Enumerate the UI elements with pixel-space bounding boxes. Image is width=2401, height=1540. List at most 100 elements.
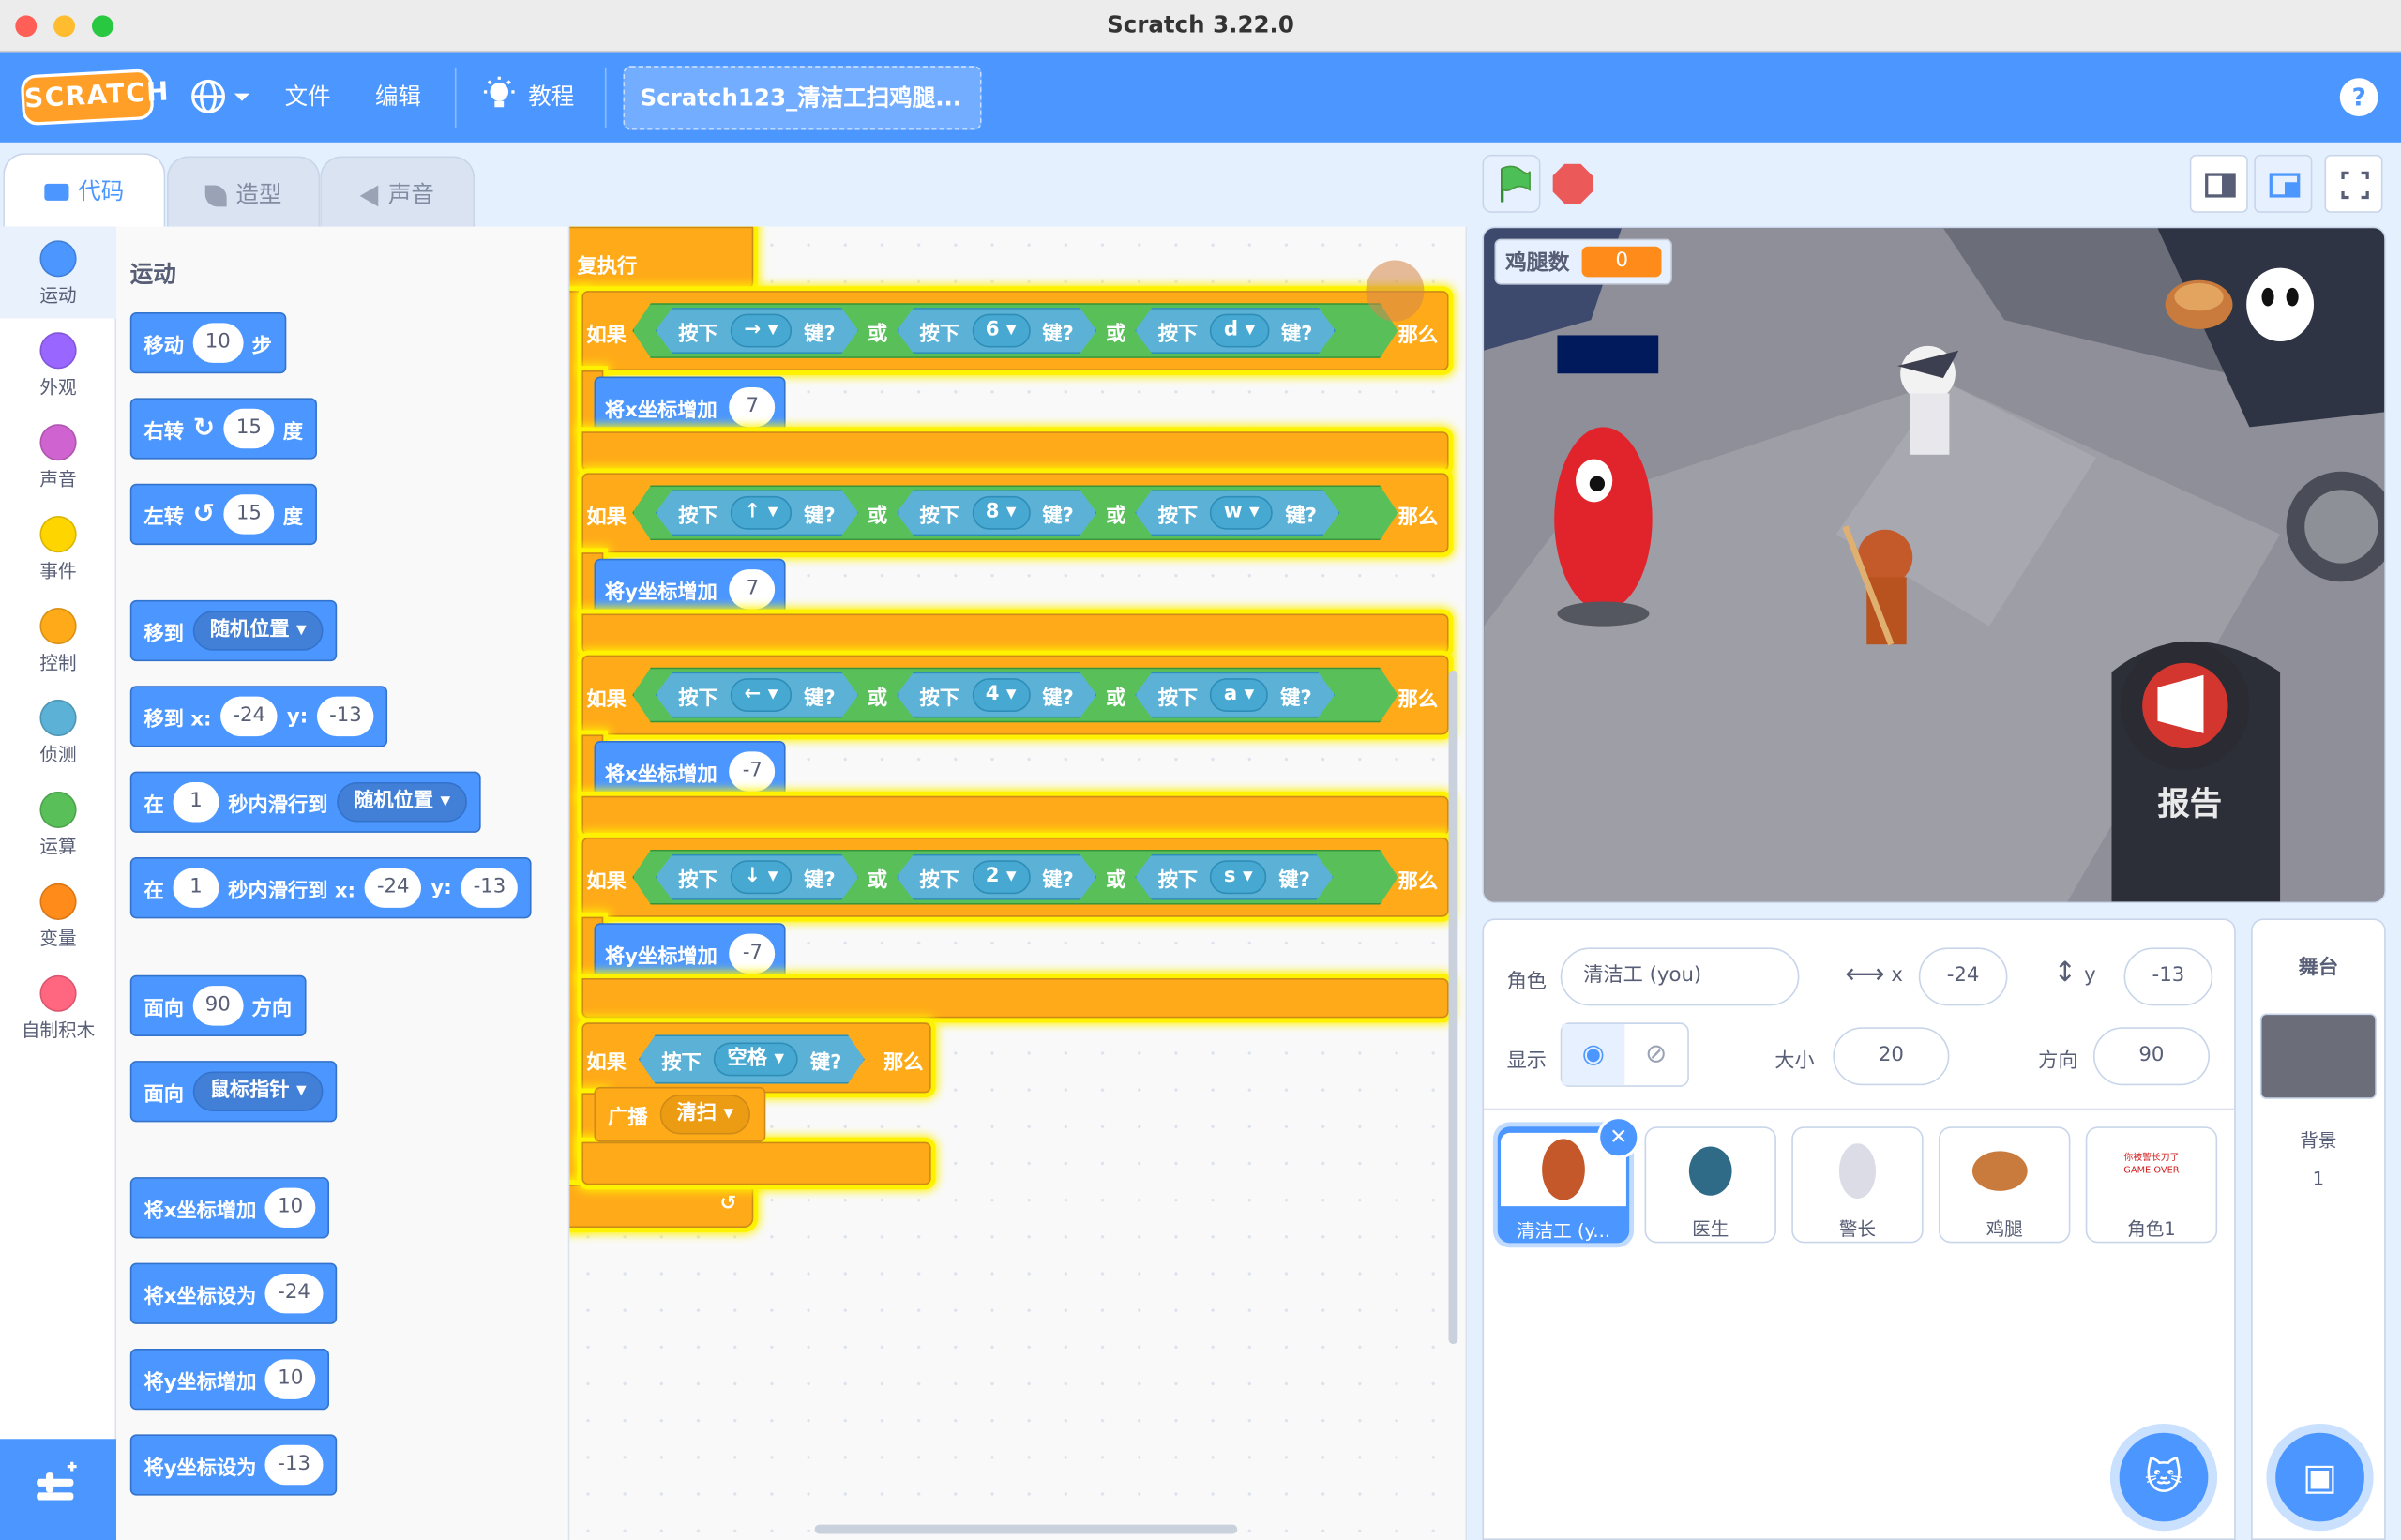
key-dropdown[interactable]: 4 (972, 678, 1030, 712)
seconds-input[interactable]: 1 (173, 868, 219, 908)
value-input[interactable]: -7 (729, 751, 776, 792)
goto-target-dropdown[interactable]: 随机位置 (192, 611, 324, 651)
category-events[interactable]: 事件 (0, 502, 116, 594)
broadcast-block[interactable]: 广播 清扫 (594, 1086, 766, 1142)
category-motion[interactable]: 运动 (0, 226, 117, 319)
horizontal-scrollbar[interactable] (814, 1524, 1238, 1534)
key-dropdown[interactable]: 2 (972, 860, 1030, 894)
degrees-input[interactable]: 15 (223, 494, 274, 535)
category-looks[interactable]: 外观 (0, 318, 116, 410)
value-input[interactable]: 7 (729, 569, 776, 610)
add-extension-button[interactable] (0, 1439, 117, 1540)
or-condition[interactable]: 按下 ↓ 键? 或 按下 2 键? 或 按下 s 键? (632, 850, 1397, 905)
value-input[interactable]: 7 (729, 386, 776, 428)
key-dropdown[interactable]: 空格 (714, 1043, 798, 1077)
goto-block[interactable]: 移到 随机位置 (129, 599, 338, 662)
stage-canvas[interactable]: 鸡腿数 0 报告 (1482, 226, 2386, 903)
key-dropdown[interactable]: ↑ (731, 496, 792, 530)
value-input[interactable]: 10 (265, 1359, 316, 1399)
category-my-blocks[interactable]: 自制积木 (0, 961, 116, 1053)
or-condition[interactable]: 按下 ↑ 键? 或 按下 8 键? 或 按下 w 键? (632, 485, 1397, 540)
glide-xy-block[interactable]: 在 1 秒内滑行到 x: -24 y: -13 (129, 857, 533, 919)
key-pressed-condition[interactable]: 按下 8 键? (897, 490, 1096, 536)
key-dropdown[interactable]: → (731, 314, 792, 348)
point-direction-block[interactable]: 面向 90 方向 (129, 974, 306, 1036)
move-steps-block[interactable]: 移动 10 步 (129, 311, 286, 374)
add-sprite-button[interactable]: 🐱 (2119, 1432, 2209, 1522)
add-backdrop-button[interactable]: ▣ (2275, 1432, 2364, 1522)
category-operators[interactable]: 运算 (0, 778, 116, 869)
key-dropdown[interactable]: w (1210, 496, 1273, 530)
degrees-input[interactable]: 15 (223, 408, 274, 449)
y-input[interactable]: -13 (461, 868, 519, 908)
towards-dropdown[interactable]: 鼠标指针 (192, 1071, 324, 1111)
key-pressed-condition[interactable]: 按下 6 键? (897, 308, 1096, 354)
tab-costumes[interactable]: 造型 (166, 156, 321, 230)
key-dropdown[interactable]: ↓ (731, 860, 792, 894)
change-x-block[interactable]: 将x坐标增加 10 (129, 1177, 329, 1239)
value-input[interactable]: -24 (265, 1273, 323, 1314)
file-menu[interactable]: 文件 (285, 80, 331, 112)
turn-left-block[interactable]: 左转 ↺ 15 度 (129, 483, 317, 546)
sprite-tile-drumstick[interactable]: 鸡腿 (1938, 1126, 2071, 1244)
key-dropdown[interactable]: 6 (972, 314, 1030, 348)
key-pressed-condition[interactable]: 按下 ↑ 键? (656, 490, 858, 536)
key-pressed-condition[interactable]: 按下 d 键? (1135, 308, 1336, 354)
tutorials-menu[interactable]: 教程 (482, 76, 574, 113)
category-variables[interactable]: 变量 (0, 869, 116, 961)
tab-sounds[interactable]: 声音 (320, 156, 476, 230)
tab-code[interactable]: 代码 (3, 153, 166, 234)
if-space-block[interactable]: 如果 按下 空格 键? 那么 (581, 1022, 931, 1094)
value-input[interactable]: -13 (265, 1444, 324, 1486)
key-dropdown[interactable]: 8 (972, 496, 1030, 530)
set-y-block[interactable]: 将y坐标设为 -13 (129, 1434, 337, 1496)
x-input[interactable]: -24 (1918, 947, 2008, 1006)
value-input[interactable]: -7 (729, 933, 776, 974)
if-key-block[interactable]: 如果 按下 ↑ 键? 或 按下 8 键? 或 (581, 473, 1449, 553)
category-control[interactable]: 控制 (0, 594, 116, 686)
x-input[interactable]: -24 (364, 868, 422, 908)
set-x-block[interactable]: 将x坐标设为 -24 (129, 1262, 337, 1324)
x-input[interactable]: -24 (220, 696, 279, 737)
change-y-block[interactable]: 将y坐标增加 10 (129, 1348, 330, 1411)
key-pressed-condition[interactable]: 按下 ↓ 键? (656, 854, 858, 900)
broadcast-message-dropdown[interactable]: 清扫 (659, 1095, 751, 1135)
category-sensing[interactable]: 侦测 (0, 686, 116, 778)
variable-monitor[interactable]: 鸡腿数 0 (1494, 238, 1673, 285)
key-dropdown[interactable]: a (1210, 678, 1268, 712)
key-pressed-condition[interactable]: 按下 → 键? (656, 308, 858, 354)
y-input[interactable]: -13 (2123, 947, 2213, 1006)
normal-stage-button[interactable] (2254, 154, 2313, 213)
sprite-tile-sheriff[interactable]: 警长 (1791, 1126, 1924, 1244)
direction-input[interactable]: 90 (2092, 1027, 2210, 1086)
glide-target-dropdown[interactable]: 随机位置 (337, 782, 468, 823)
fullscreen-button[interactable] (2324, 154, 2383, 213)
key-dropdown[interactable]: d (1210, 314, 1269, 348)
or-condition[interactable]: 按下 ← 键? 或 按下 4 键? 或 按下 a 键? (632, 668, 1397, 723)
small-stage-button[interactable] (2189, 154, 2248, 213)
seconds-input[interactable]: 1 (173, 782, 219, 823)
glide-block[interactable]: 在 1 秒内滑行到 随机位置 (129, 771, 481, 833)
key-space-pressed[interactable]: 按下 空格 键? (639, 1034, 865, 1083)
if-key-block[interactable]: 如果 按下 ↓ 键? 或 按下 2 键? 或 (581, 837, 1449, 917)
vertical-scrollbar[interactable] (1448, 670, 1458, 1345)
or-condition[interactable]: 按下 → 键? 或 按下 6 键? 或 按下 d 键? (632, 303, 1397, 358)
steps-input[interactable]: 10 (192, 323, 243, 363)
green-flag-button[interactable] (1482, 154, 1541, 213)
sprite-name-input[interactable]: 清洁工 (you) (1560, 947, 1800, 1006)
goto-xy-block[interactable]: 移到 x: -24 y: -13 (129, 686, 388, 747)
edit-menu[interactable]: 编辑 (375, 80, 421, 112)
key-pressed-condition[interactable]: 按下 ← 键? (656, 672, 858, 718)
key-pressed-condition[interactable]: 按下 w 键? (1135, 490, 1339, 536)
value-input[interactable]: 10 (265, 1187, 316, 1229)
turn-right-block[interactable]: 右转 ↻ 15 度 (129, 398, 317, 460)
direction-input[interactable]: 90 (192, 986, 243, 1026)
scratch-logo[interactable]: SCRATCH (20, 68, 171, 127)
key-dropdown[interactable]: ← (731, 678, 792, 712)
show-eye-button[interactable]: ◉ (1562, 1023, 1625, 1086)
point-towards-block[interactable]: 面向 鼠标指针 (129, 1061, 338, 1123)
if-key-block[interactable]: 如果 按下 → 键? 或 按下 6 键? 或 (581, 291, 1449, 370)
help-button[interactable]: ? (2339, 78, 2378, 117)
size-input[interactable]: 20 (1833, 1027, 1950, 1086)
hide-eye-button[interactable]: ⊘ (1624, 1024, 1687, 1085)
